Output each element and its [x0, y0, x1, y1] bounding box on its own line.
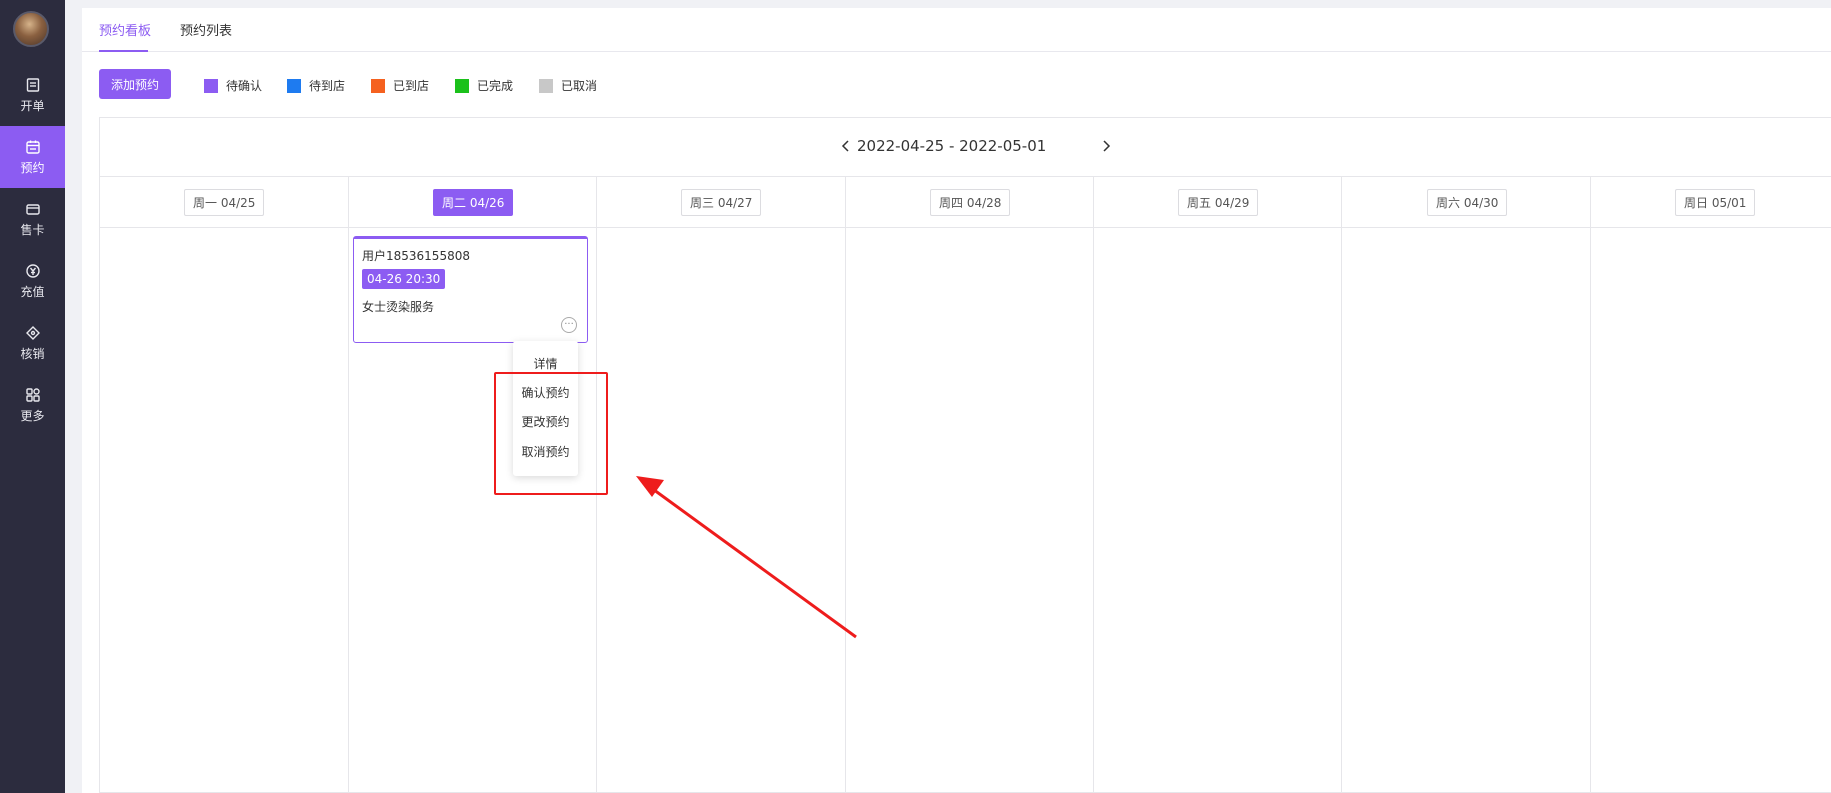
more-options-icon[interactable]: ···: [561, 317, 577, 333]
legend-label: 待到店: [309, 79, 346, 93]
column-divider: [845, 177, 846, 793]
sidebar-item-label: 充值: [20, 284, 45, 299]
legend-swatch: [371, 78, 385, 93]
legend-swatch: [455, 78, 469, 93]
appointment-service: 女士烫染服务: [362, 300, 435, 314]
day-tag-sun[interactable]: 周日 05/01: [1675, 189, 1756, 216]
tab-appointment-list[interactable]: 预约列表: [180, 20, 232, 39]
legend-swatch: [204, 78, 218, 93]
day-header-row: 周一 04/25 周二 04/26 周三 04/27 周四 04/28 周五 0…: [100, 177, 1831, 228]
sidebar-item-label: 更多: [20, 408, 45, 423]
legend-swatch: [287, 78, 301, 93]
legend-swatch: [539, 78, 553, 93]
column-divider: [1093, 177, 1094, 793]
day-tag-fri[interactable]: 周五 04/29: [1178, 189, 1259, 216]
tab-appointment-board[interactable]: 预约看板: [99, 20, 151, 39]
tab-bar: 预约看板 预约列表: [82, 8, 1831, 52]
legend-label: 已到店: [393, 79, 430, 93]
menu-item-details[interactable]: 详情: [513, 355, 578, 372]
sidebar: 开单 预约 售卡 充值 核销 更多: [0, 0, 65, 793]
sidebar-item-sell-card[interactable]: 售卡: [0, 188, 65, 250]
sidebar-item-billing[interactable]: 开单: [0, 64, 65, 126]
legend-label: 已取消: [561, 79, 598, 93]
yen-circle-icon: [25, 263, 40, 278]
legend-label: 已完成: [477, 79, 514, 93]
next-week-icon[interactable]: [1100, 138, 1112, 158]
column-divider: [1590, 177, 1591, 793]
legend-label: 待确认: [226, 79, 263, 93]
prev-week-icon[interactable]: [840, 138, 852, 158]
legend-cancelled: 已取消: [539, 77, 597, 94]
day-tag-mon[interactable]: 周一 04/25: [184, 189, 265, 216]
sidebar-item-label: 预约: [20, 160, 45, 175]
sidebar-item-label: 开单: [20, 98, 45, 113]
add-appointment-button[interactable]: 添加预约: [99, 69, 171, 99]
week-range: 2022-04-25 - 2022-05-01: [857, 137, 1047, 155]
column-divider: [1341, 177, 1342, 793]
receipt-icon: [26, 77, 39, 92]
week-calendar: 2022-04-25 - 2022-05-01 周一 04/25 周二 04/2…: [99, 117, 1831, 793]
calendar-icon: [25, 140, 40, 154]
sidebar-item-recharge[interactable]: 充值: [0, 250, 65, 312]
day-tag-sat[interactable]: 周六 04/30: [1427, 189, 1508, 216]
grid-icon: [25, 387, 40, 402]
main-panel: 预约看板 预约列表 添加预约 待确认 待到店 已到店 已完成 已取消 2022-…: [82, 8, 1831, 793]
appointment-time-badge: 04-26 20:30: [362, 269, 446, 289]
sidebar-item-more[interactable]: 更多: [0, 374, 65, 436]
appointment-card[interactable]: 用户18536155808 04-26 20:30 女士烫染服务 ···: [353, 236, 588, 343]
day-tag-wed[interactable]: 周三 04/27: [681, 189, 762, 216]
sidebar-item-label: 售卡: [20, 222, 45, 237]
appointment-user: 用户18536155808: [362, 249, 470, 263]
day-tag-thu[interactable]: 周四 04/28: [930, 189, 1011, 216]
day-tag-tue[interactable]: 周二 04/26: [433, 189, 514, 216]
legend-pending-arrival: 待到店: [287, 77, 345, 94]
calendar-header: 2022-04-25 - 2022-05-01: [100, 118, 1831, 177]
column-divider: [348, 177, 349, 793]
sidebar-item-appointment[interactable]: 预约: [0, 126, 65, 188]
legend-pending-confirm: 待确认: [204, 77, 262, 94]
ticket-icon: [25, 325, 40, 340]
annotation-highlight-box: [494, 372, 608, 495]
legend-arrived: 已到店: [371, 77, 429, 94]
active-tab-indicator: [99, 50, 148, 52]
avatar[interactable]: [13, 11, 49, 47]
sidebar-item-redeem[interactable]: 核销: [0, 312, 65, 374]
card-icon: [25, 203, 40, 215]
sidebar-item-label: 核销: [20, 346, 45, 361]
legend-completed: 已完成: [455, 77, 513, 94]
